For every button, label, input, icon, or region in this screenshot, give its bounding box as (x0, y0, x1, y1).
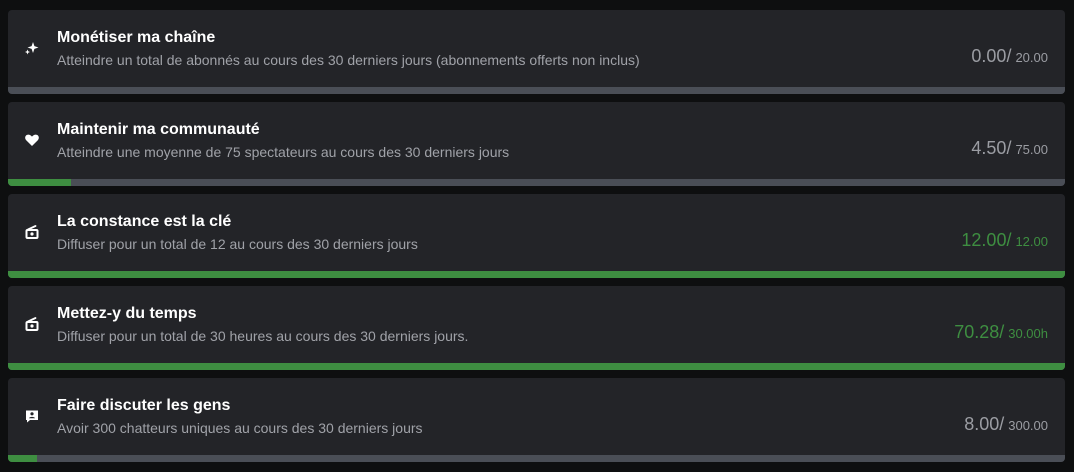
goal-description: Atteindre un total de abonnés au cours d… (57, 52, 640, 68)
goal-card-time: Mettez-y du temps Diffuser pour un total… (8, 286, 1065, 370)
goal-description: Diffuser pour un total de 12 au cours de… (57, 236, 418, 252)
goal-current-value: 8.00/ (964, 414, 1005, 434)
goal-target-value: 300.00 (1008, 418, 1048, 433)
goal-progress-bar (8, 179, 1065, 186)
goal-description: Avoir 300 chatteurs uniques au cours des… (57, 420, 423, 436)
goal-card-monetize: Monétiser ma chaîne Atteindre un total d… (8, 10, 1065, 94)
goal-progress-fill (8, 363, 1065, 370)
goal-title: Mettez-y du temps (57, 305, 197, 322)
goal-target-value: 30.00h (1008, 326, 1048, 341)
goal-progress-bar (8, 87, 1065, 94)
goal-title: Monétiser ma chaîne (57, 29, 216, 46)
goal-current-value: 0.00/ (971, 46, 1012, 66)
broadcast-icon (24, 224, 40, 240)
goal-title: Maintenir ma communauté (57, 121, 260, 138)
chat-user-icon (24, 408, 40, 424)
sparkle-icon (24, 40, 40, 56)
broadcast-icon (24, 316, 40, 332)
goal-progress-text: 12.00/12.00 (961, 230, 1048, 251)
goal-progress-bar (8, 363, 1065, 370)
goal-target-value: 20.00 (1015, 50, 1048, 65)
goal-current-value: 12.00/ (961, 230, 1012, 250)
goal-progress-fill (8, 271, 1065, 278)
goals-list: Monétiser ma chaîne Atteindre un total d… (0, 0, 1074, 472)
goal-card-community: Maintenir ma communauté Atteindre une mo… (8, 102, 1065, 186)
goal-target-value: 12.00 (1015, 234, 1048, 249)
goal-progress-text: 4.50/75.00 (971, 138, 1048, 159)
goal-description: Atteindre une moyenne de 75 spectateurs … (57, 144, 510, 160)
goal-current-value: 70.28/ (954, 322, 1005, 342)
goal-title: La constance est la clé (57, 213, 232, 230)
goal-progress-fill (8, 455, 37, 462)
heart-icon (24, 132, 40, 148)
goal-progress-bar (8, 455, 1065, 462)
goal-current-value: 4.50/ (971, 138, 1012, 158)
goal-progress-text: 0.00/20.00 (971, 46, 1048, 67)
goal-progress-text: 8.00/300.00 (964, 414, 1048, 435)
goal-card-consistency: La constance est la clé Diffuser pour un… (8, 194, 1065, 278)
goal-card-chatters: Faire discuter les gens Avoir 300 chatte… (8, 378, 1065, 462)
goal-target-value: 75.00 (1015, 142, 1048, 157)
goal-description: Diffuser pour un total de 30 heures au c… (57, 328, 469, 344)
goal-progress-text: 70.28/30.00h (954, 322, 1048, 343)
goal-progress-fill (8, 179, 72, 186)
goal-progress-bar (8, 271, 1065, 278)
goal-title: Faire discuter les gens (57, 397, 231, 414)
